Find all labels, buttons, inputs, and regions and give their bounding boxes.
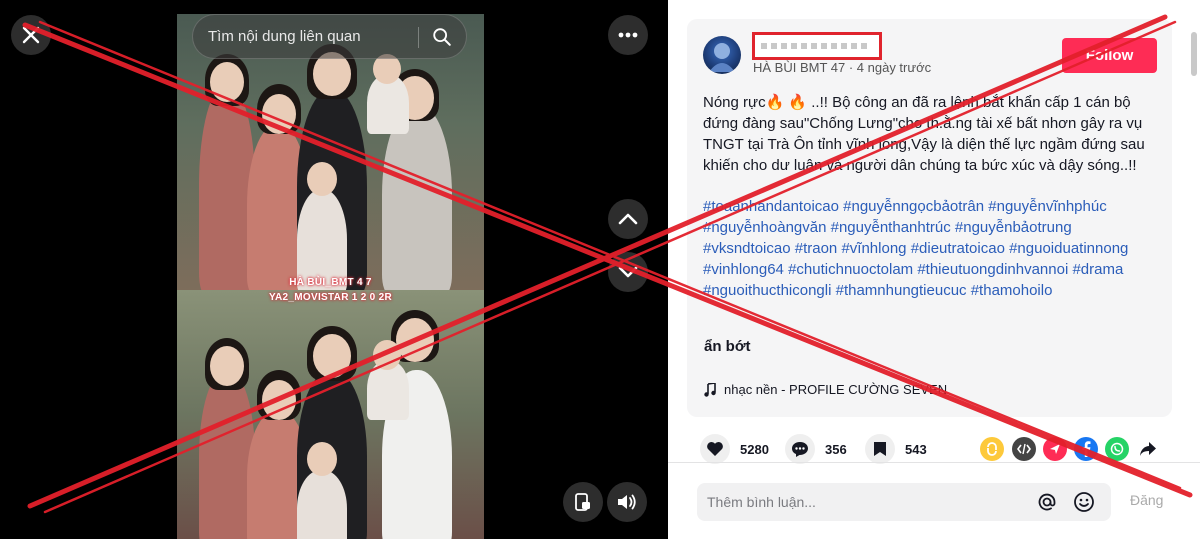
like-count: 5280 <box>740 441 769 457</box>
save-button[interactable]: 543 <box>865 434 927 464</box>
avatar-image <box>709 43 735 72</box>
comment-button[interactable]: 356 <box>785 434 847 464</box>
hashtag-link[interactable]: #dieutratoicao <box>911 240 1005 257</box>
follow-button[interactable]: Follow <box>1062 38 1157 73</box>
hashtag-link[interactable]: #vksndtoicao <box>703 240 791 257</box>
search-icon[interactable] <box>431 26 453 48</box>
save-count: 543 <box>905 441 927 457</box>
hashtag-link[interactable]: #vinhlong64 <box>703 261 784 278</box>
repost-icon[interactable] <box>980 437 1004 461</box>
scrollbar[interactable] <box>1191 32 1197 76</box>
app-window: HÀ BÙI_BMT 4 7 YA2_MOVISTAR 1 2 0 2R Tìm… <box>0 0 1200 539</box>
divider <box>668 462 1200 463</box>
username-blur <box>761 43 871 49</box>
hashtag-link[interactable]: #drama <box>1072 261 1123 278</box>
video-pane: HÀ BÙI_BMT 4 7 YA2_MOVISTAR 1 2 0 2R Tìm… <box>0 0 668 539</box>
like-button[interactable]: 5280 <box>700 434 769 464</box>
next-video-button[interactable] <box>608 252 648 292</box>
comment-input[interactable] <box>707 483 1027 521</box>
previous-video-button[interactable] <box>608 199 648 239</box>
hashtag-link[interactable]: #vĩnhlong <box>841 240 906 257</box>
hashtag-link[interactable]: #nguyễnhoàngvăn <box>703 219 826 236</box>
video-watermark-line1: HÀ BÙI_BMT 4 7 <box>289 277 372 288</box>
description-card: HÀ BÙI BMT 47 · 4 ngày trước Follow Nóng… <box>687 19 1172 417</box>
bookmark-icon <box>865 434 895 464</box>
hashtag-link[interactable]: #thieutuongdinhvannoi <box>917 261 1068 278</box>
embed-icon[interactable] <box>1012 437 1036 461</box>
share-arrow-icon[interactable] <box>1136 437 1160 461</box>
username-redacted[interactable] <box>752 32 882 60</box>
search-placeholder[interactable]: Tìm nội dung liên quan <box>208 28 361 45</box>
comment-icon <box>785 434 815 464</box>
chevron-up-icon <box>618 213 638 225</box>
chevron-down-icon <box>618 266 638 278</box>
send-to-friends-icon[interactable] <box>1043 437 1067 461</box>
volume-button[interactable] <box>607 482 647 522</box>
music-note-icon <box>704 382 716 397</box>
hashtag-link[interactable]: #thamnhungtieucuc <box>836 282 967 299</box>
comment-box <box>697 483 1111 521</box>
whatsapp-icon[interactable] <box>1105 437 1129 461</box>
post-description: Nóng rực🔥 🔥 ..!! Bộ công an đã ra lệnh b… <box>703 94 1145 174</box>
related-search-bar[interactable]: Tìm nội dung liên quan <box>192 14 467 59</box>
hashtag-link[interactable]: #toaanhandantoicao <box>703 198 839 215</box>
volume-icon <box>618 494 636 510</box>
hashtag-link[interactable]: #nguyễnthanhtrúc <box>831 219 951 236</box>
video-watermark-line2: YA2_MOVISTAR 1 2 0 2R <box>268 292 392 303</box>
picture-in-picture-button[interactable] <box>563 482 603 522</box>
hashtag-link[interactable]: #nguoiduatinnong <box>1009 240 1128 257</box>
hashtag-link[interactable]: #chutichnuoctolam <box>788 261 913 278</box>
picture-in-picture-icon <box>575 493 590 511</box>
hashtag-link[interactable]: #nguyễnvĩnhphúc <box>988 198 1106 215</box>
comment-count: 356 <box>825 441 847 457</box>
more-options-button[interactable] <box>608 15 648 55</box>
close-icon <box>22 26 40 44</box>
facebook-icon[interactable] <box>1074 437 1098 461</box>
side-panel: HÀ BÙI BMT 47 · 4 ngày trước Follow Nóng… <box>668 0 1200 539</box>
post-comment-button[interactable]: Đăng <box>1130 492 1163 508</box>
family-photo-bottom <box>177 290 484 539</box>
close-button[interactable] <box>11 15 51 55</box>
avatar[interactable] <box>703 36 741 74</box>
search-divider <box>418 27 419 48</box>
more-icon <box>618 32 638 38</box>
hashtag-list: #toaanhandantoicao #nguyễnngọcbảotrân #n… <box>703 196 1163 301</box>
hashtag-link[interactable]: #traon <box>795 240 838 257</box>
hashtag-link[interactable]: #nguyễnngọcbảotrân <box>843 198 984 215</box>
hashtag-link[interactable]: #nguyễnbảotrung <box>955 219 1072 236</box>
author-meta: HÀ BÙI BMT 47 · 4 ngày trước <box>753 60 932 75</box>
music-title: nhạc nền - PROFILE CƯỜNG SEVEN <box>724 382 948 397</box>
hashtag-link[interactable]: #nguoithucthicongli <box>703 282 831 299</box>
show-less-link[interactable]: ẩn bớt <box>704 338 751 355</box>
mention-icon[interactable] <box>1037 492 1057 512</box>
emoji-icon[interactable] <box>1073 491 1095 513</box>
heart-icon <box>700 434 730 464</box>
hashtag-link[interactable]: #thamohoilo <box>971 282 1053 299</box>
music-link[interactable]: nhạc nền - PROFILE CƯỜNG SEVEN <box>704 382 947 397</box>
video-player[interactable]: HÀ BÙI_BMT 4 7 YA2_MOVISTAR 1 2 0 2R <box>177 14 484 539</box>
